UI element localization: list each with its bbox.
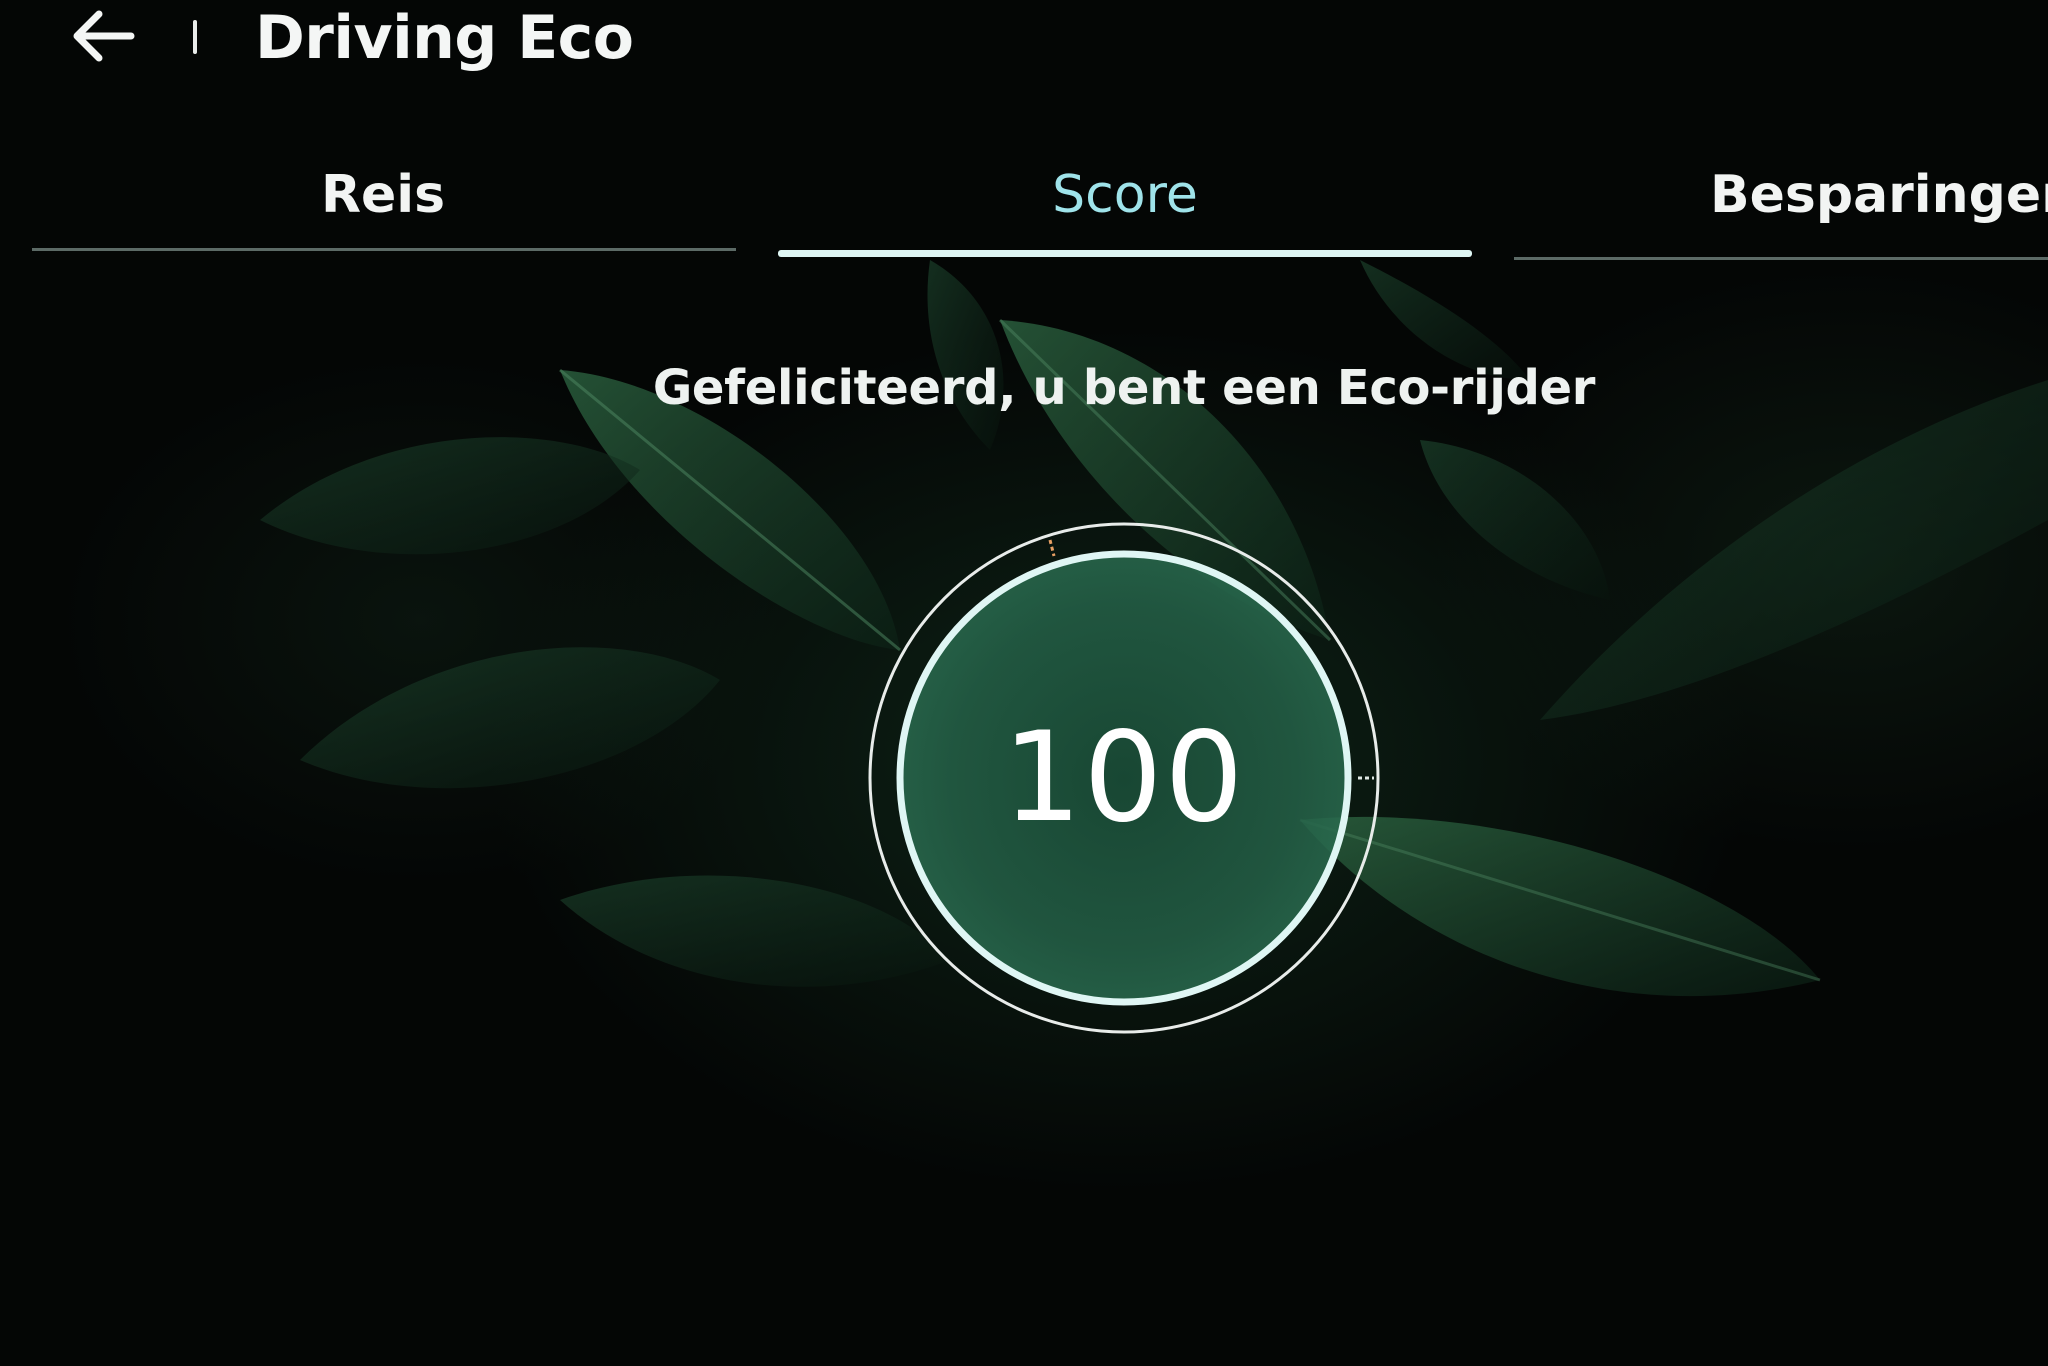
eco-message: Gefeliciteerd, u bent een Eco-rijder [652,360,1596,416]
tab-score-active-indicator [778,250,1472,257]
tab-bar: Reis Score Besparingen [0,130,2048,270]
tab-besparingen-underline [1514,257,2048,260]
tab-reis[interactable]: Reis [30,130,736,260]
arrow-left-icon [73,10,135,62]
header-bar: Driving Eco [0,0,2048,80]
driving-eco-screen: Driving Eco Reis Score Besparingen Gefel… [0,0,2048,1366]
score-value: 100 [1002,706,1246,850]
page-title: Driving Eco [255,3,634,73]
tab-reis-underline [32,248,736,251]
tab-besparingen[interactable]: Besparingen [1514,130,2048,260]
score-gauge: 100 [864,518,1384,1038]
header-divider [193,20,197,54]
back-button[interactable] [62,4,142,68]
tab-score[interactable]: Score [778,130,1472,260]
